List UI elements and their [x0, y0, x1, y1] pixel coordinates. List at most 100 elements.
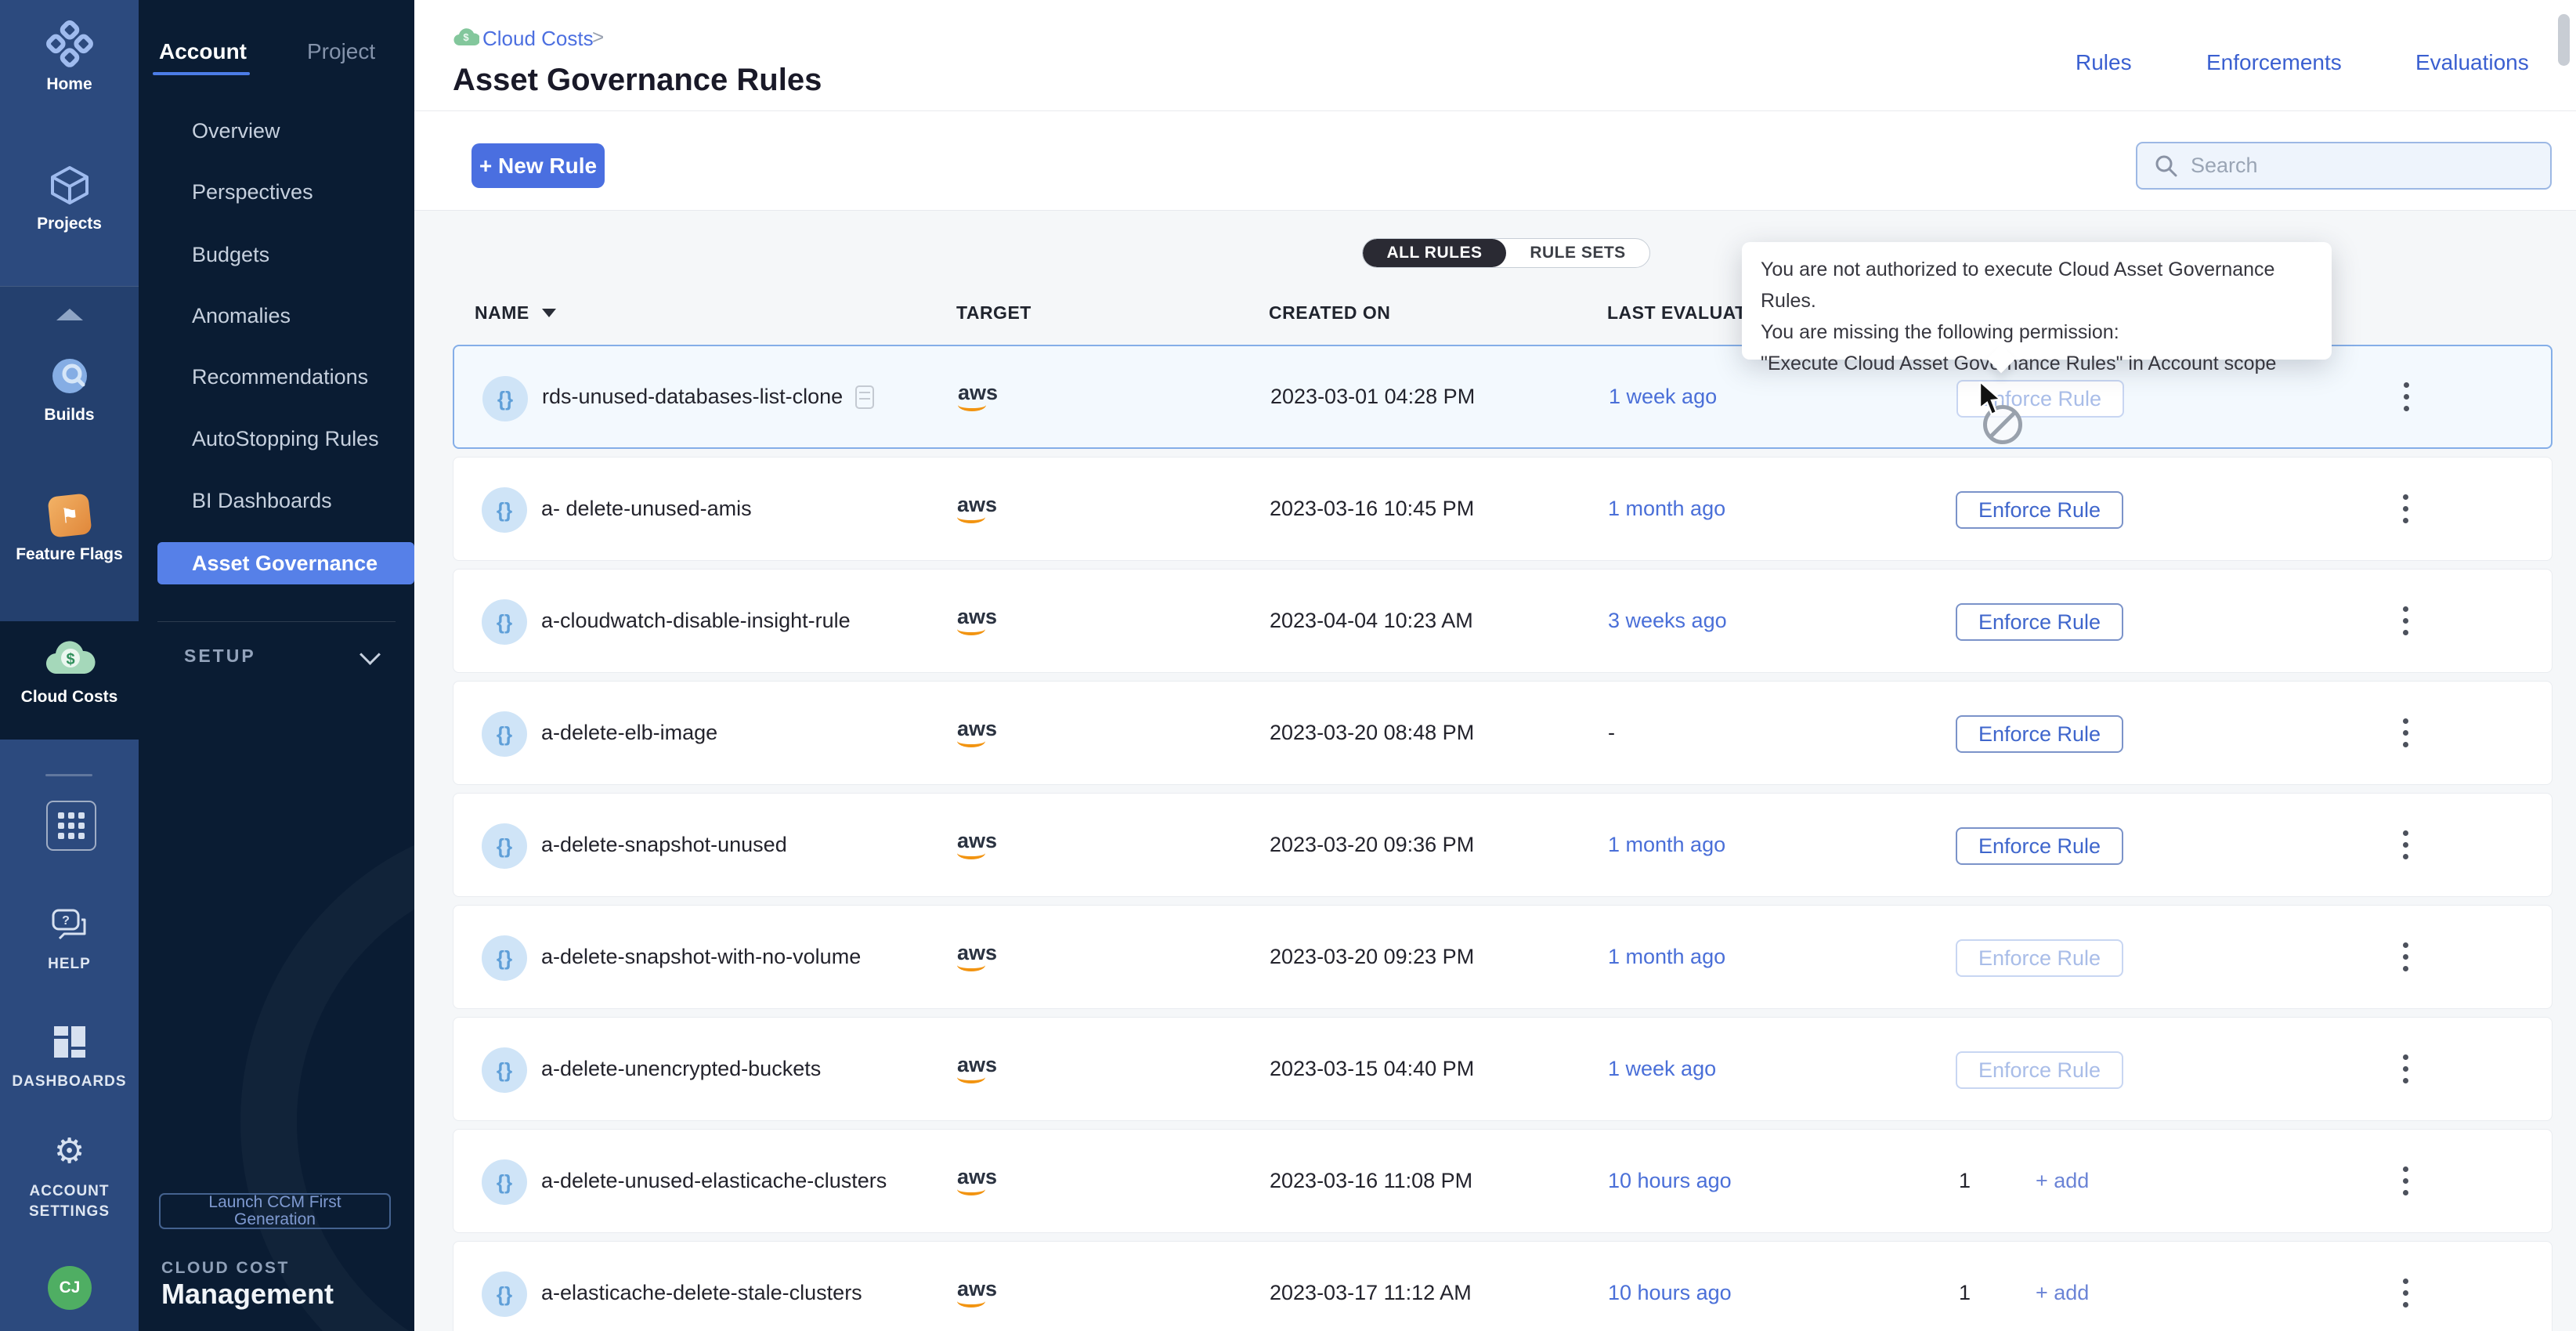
- enforce-rule-button[interactable]: Enforce Rule: [1956, 939, 2123, 977]
- table-row[interactable]: {} a- delete-unused-amis aws 2023-03-16 …: [453, 457, 2553, 561]
- last-evaluation-link[interactable]: 1 week ago: [1609, 346, 1717, 447]
- module-grid-button[interactable]: [46, 801, 96, 851]
- new-rule-button[interactable]: + New Rule: [471, 143, 605, 188]
- aws-smile-icon: [957, 1183, 985, 1195]
- sidebar-item-bi-dashboards[interactable]: BI Dashboards: [192, 489, 332, 513]
- enforce-rule-button[interactable]: Enforce Rule: [1956, 827, 2123, 865]
- enforce-rule-button[interactable]: Enforce Rule: [1956, 491, 2123, 529]
- add-enforcement-link[interactable]: + add: [2036, 1130, 2089, 1232]
- enforce-rule-button[interactable]: Enforce Rule: [1956, 1051, 2123, 1089]
- aws-logo: aws: [957, 570, 997, 672]
- table-row[interactable]: {} a-delete-snapshot-with-no-volume aws …: [453, 905, 2553, 1009]
- aws-smile-icon: [958, 399, 986, 411]
- rule-name: rds-unused-databases-list-clone: [542, 346, 874, 447]
- svg-text:$: $: [66, 651, 74, 668]
- last-evaluation-link[interactable]: 10 hours ago: [1608, 1130, 1732, 1232]
- scrollbar-thumb[interactable]: [2558, 14, 2570, 66]
- nav-link-rules[interactable]: Rules: [2076, 50, 2132, 75]
- row-menu-button[interactable]: [2390, 1018, 2421, 1120]
- row-menu-button[interactable]: [2390, 458, 2421, 560]
- aws-smile-icon: [957, 959, 985, 971]
- rule-name: a-delete-snapshot-unused: [541, 794, 787, 896]
- chevron-down-icon[interactable]: [359, 644, 381, 665]
- table-row[interactable]: {} a-delete-elb-image aws 2023-03-20 08:…: [453, 681, 2553, 785]
- rail-item-label: HELP: [0, 954, 139, 975]
- sidebar-item-dashboards[interactable]: DASHBOARDS: [0, 1018, 139, 1092]
- sidebar-divider: [157, 621, 396, 622]
- rail-item-label: Builds: [0, 406, 139, 425]
- collapse-arrow-icon: [56, 309, 83, 320]
- sort-caret-icon[interactable]: [542, 309, 556, 317]
- tab-project[interactable]: Project: [307, 39, 375, 64]
- ccm-sidebar: Account Project Overview Perspectives Bu…: [139, 0, 414, 1331]
- table-row[interactable]: {} a-elasticache-delete-stale-clusters a…: [453, 1241, 2553, 1331]
- rail-item-label: DASHBOARDS: [0, 1072, 139, 1092]
- rule-name: a-delete-elb-image: [541, 682, 717, 784]
- rule-name: a-elasticache-delete-stale-clusters: [541, 1242, 862, 1331]
- row-menu-button[interactable]: [2390, 682, 2421, 784]
- sidebar-item-perspectives[interactable]: Perspectives: [192, 180, 313, 204]
- row-menu-button[interactable]: [2390, 346, 2422, 447]
- last-evaluation-link[interactable]: 3 weeks ago: [1608, 570, 1727, 672]
- last-evaluation-link[interactable]: 10 hours ago: [1608, 1242, 1732, 1331]
- nav-link-enforcements[interactable]: Enforcements: [2206, 50, 2342, 75]
- svg-text:?: ?: [62, 914, 70, 928]
- table-row[interactable]: {} a-delete-snapshot-unused aws 2023-03-…: [453, 793, 2553, 897]
- created-on-value: 2023-03-20 09:23 PM: [1270, 906, 1474, 1008]
- sidebar-item-projects[interactable]: Projects: [0, 161, 139, 233]
- aws-logo: aws: [957, 682, 997, 784]
- aws-logo: aws: [957, 1242, 997, 1331]
- rule-name: a-delete-unused-elasticache-clusters: [541, 1130, 887, 1232]
- mouse-cursor: [1978, 382, 2010, 421]
- column-header-name[interactable]: NAME: [475, 302, 529, 324]
- sidebar-item-asset-governance[interactable]: Asset Governance: [157, 542, 414, 584]
- builds-icon: [0, 353, 139, 400]
- launch-ccm-first-gen-button[interactable]: Launch CCM First Generation: [159, 1193, 391, 1229]
- table-row[interactable]: {} a-delete-unused-elasticache-clusters …: [453, 1129, 2553, 1233]
- row-menu-button[interactable]: [2390, 906, 2421, 1008]
- sidebar-item-overview[interactable]: Overview: [192, 119, 280, 143]
- nav-link-evaluations[interactable]: Evaluations: [2415, 50, 2529, 75]
- enforce-rule-button[interactable]: Enforce Rule: [1956, 603, 2123, 641]
- table-row[interactable]: {} a-cloudwatch-disable-insight-rule aws…: [453, 569, 2553, 673]
- enforce-rule-button[interactable]: Enforce Rule: [1956, 715, 2123, 753]
- row-menu-button[interactable]: [2390, 570, 2421, 672]
- breadcrumb[interactable]: Cloud Costs: [482, 27, 594, 51]
- tab-rule-sets[interactable]: RULE SETS: [1506, 239, 1649, 267]
- aws-smile-icon: [957, 1071, 985, 1083]
- column-header-created-on[interactable]: CREATED ON: [1269, 302, 1390, 324]
- rule-name: a-cloudwatch-disable-insight-rule: [541, 570, 851, 672]
- breadcrumb-chevron: >: [592, 25, 604, 49]
- sidebar-item-budgets[interactable]: Budgets: [192, 243, 269, 267]
- sidebar-item-builds[interactable]: Builds: [0, 353, 139, 425]
- last-evaluation-link[interactable]: 1 month ago: [1608, 458, 1725, 560]
- rule-icon: {}: [482, 935, 527, 981]
- table-row[interactable]: {} a-delete-unencrypted-buckets aws 2023…: [453, 1017, 2553, 1121]
- row-menu-button[interactable]: [2390, 1242, 2421, 1331]
- last-evaluation-link[interactable]: 1 week ago: [1608, 1018, 1716, 1120]
- search-input[interactable]: [2189, 153, 2550, 179]
- last-evaluation-link[interactable]: 1 month ago: [1608, 906, 1725, 1008]
- search-box[interactable]: [2136, 142, 2552, 190]
- add-enforcement-link[interactable]: + add: [2036, 1242, 2089, 1331]
- sidebar-item-autostopping-rules[interactable]: AutoStopping Rules: [192, 427, 379, 451]
- setup-section-label[interactable]: SETUP: [184, 646, 256, 667]
- sidebar-item-account-settings[interactable]: ⚙ ACCOUNT SETTINGS: [0, 1128, 139, 1222]
- row-menu-button[interactable]: [2390, 794, 2421, 896]
- user-avatar[interactable]: CJ: [48, 1266, 92, 1310]
- created-on-value: 2023-03-16 11:08 PM: [1270, 1130, 1472, 1232]
- created-on-value: 2023-03-20 08:48 PM: [1270, 682, 1474, 784]
- sidebar-item-recommendations[interactable]: Recommendations: [192, 365, 368, 389]
- sidebar-item-feature-flags[interactable]: ⚑ Feature Flags: [0, 492, 139, 564]
- column-header-target[interactable]: TARGET: [956, 302, 1031, 324]
- copy-icon[interactable]: [855, 385, 874, 409]
- last-evaluation-link[interactable]: 1 month ago: [1608, 794, 1725, 896]
- sidebar-item-anomalies[interactable]: Anomalies: [192, 304, 291, 328]
- tab-all-rules[interactable]: ALL RULES: [1363, 239, 1506, 267]
- rail-collapse-strip[interactable]: [0, 286, 139, 342]
- tab-account[interactable]: Account: [159, 39, 247, 64]
- row-menu-button[interactable]: [2390, 1130, 2421, 1232]
- sidebar-item-cloud-costs[interactable]: $ Cloud Costs: [0, 635, 139, 707]
- sidebar-item-help[interactable]: ? HELP: [0, 901, 139, 975]
- sidebar-item-home[interactable]: Home: [0, 22, 139, 94]
